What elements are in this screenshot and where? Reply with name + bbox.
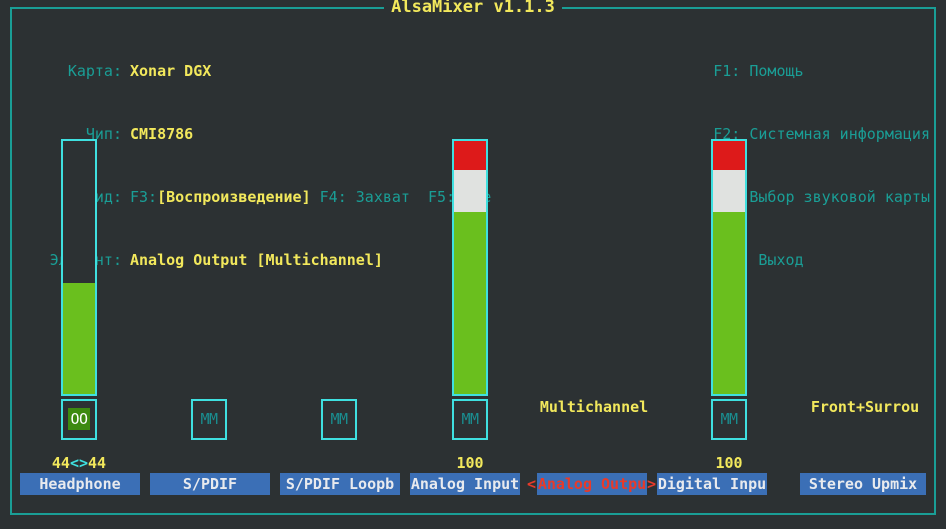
- volume-segment-white: [454, 170, 486, 212]
- volume-bar-track: [454, 141, 486, 394]
- selection-marker-right: >: [647, 473, 657, 495]
- volume-balance-separator: <>: [69, 454, 89, 472]
- channel-label-headphone[interactable]: Headphone: [20, 473, 140, 495]
- channel-label-analog-outpu[interactable]: Analog Outpu: [537, 473, 647, 495]
- volume-bar-6[interactable]: [711, 139, 747, 396]
- alsamixer-window: AlsaMixer v1.1.3 Карта: Xonar DGX Чип: CMI…: [0, 0, 946, 529]
- volume-bar-4[interactable]: [452, 139, 488, 396]
- volume-value-4: 100: [456, 454, 484, 472]
- channel-label-s-pdif-loopb[interactable]: S/PDIF Loopb: [280, 473, 400, 495]
- volume-bar-1[interactable]: [61, 139, 97, 396]
- mute-indicator-label: OO: [68, 408, 90, 430]
- volume-segment-green: [454, 212, 486, 394]
- channel-label-s-pdif[interactable]: S/PDIF: [150, 473, 270, 495]
- volume-value-left: 44: [51, 454, 70, 472]
- volume-segment-green: [63, 283, 95, 394]
- volume-value-1: 44<>44: [19, 455, 139, 471]
- volume-bar-track: [713, 141, 745, 394]
- channel-label-analog-input[interactable]: Analog Input: [410, 473, 520, 495]
- volume-value-6: 100: [715, 454, 743, 472]
- channel-label-digital-inpu[interactable]: Digital Inpu: [657, 473, 767, 495]
- volume-segment-green: [713, 212, 745, 394]
- channel-mode-label-5: Multichannel: [539, 398, 649, 416]
- mute-indicator-6[interactable]: MM: [711, 399, 747, 440]
- volume-segment-red: [713, 141, 745, 170]
- channel-label-stereo-upmix[interactable]: Stereo Upmix: [800, 473, 926, 495]
- channel-strip-area: OO 44<>44 Headphone MM S/PDIF MM S/PDIF Loopb M…: [0, 0, 946, 529]
- volume-segment-red: [454, 141, 486, 170]
- mute-indicator-2[interactable]: MM: [191, 399, 227, 440]
- selection-marker-left: <: [527, 473, 537, 495]
- volume-segment-white: [713, 170, 745, 212]
- mute-indicator-3[interactable]: MM: [321, 399, 357, 440]
- mute-indicator-4[interactable]: MM: [452, 399, 488, 440]
- channel-mode-label-7: Front+Surrou: [810, 398, 920, 416]
- mute-indicator-1[interactable]: OO: [61, 399, 97, 440]
- volume-bar-track: [63, 141, 95, 394]
- volume-value-right: 44: [88, 454, 107, 472]
